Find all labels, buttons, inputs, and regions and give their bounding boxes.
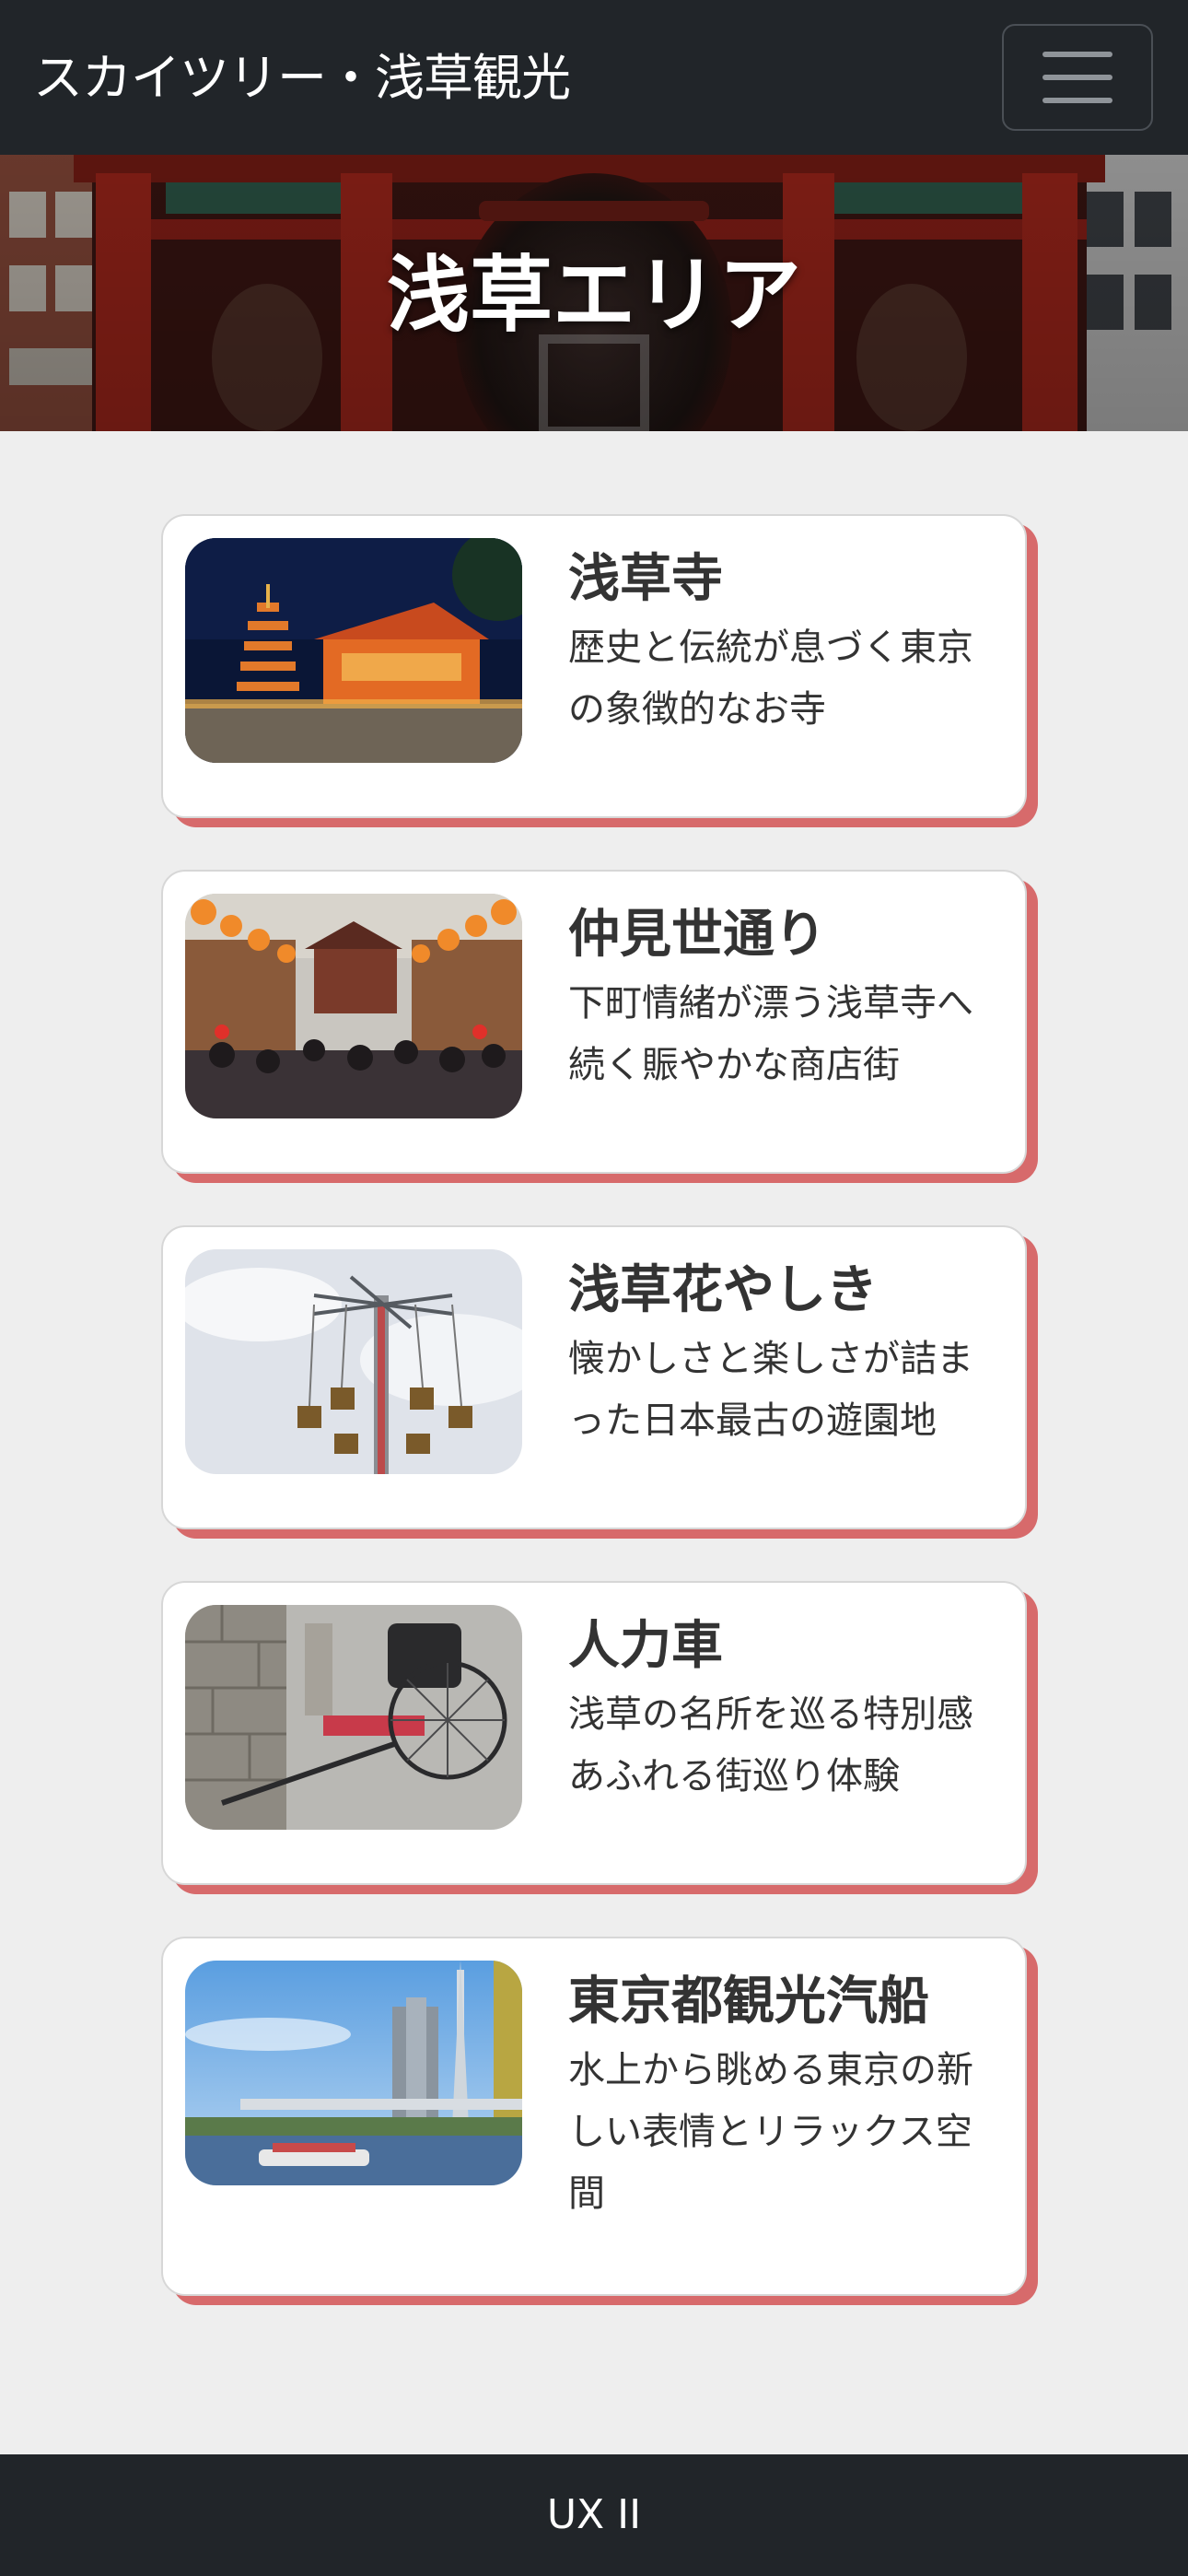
rickshaw-image (185, 1605, 522, 1830)
menu-toggle-button[interactable] (1002, 24, 1153, 131)
card-title: 東京都観光汽船 (568, 1972, 929, 2032)
card-title: 人力車 (568, 1616, 723, 1676)
nakamise-image (185, 894, 522, 1118)
hero-banner: 浅草エリア (0, 155, 1188, 431)
navbar: スカイツリー・浅草観光 (0, 0, 1188, 155)
card-description: 懐かしさと楽しさが詰まった日本最古の遊園地 (568, 1338, 973, 1442)
card-description: 浅草の名所を巡る特別感あふれる街巡り体験 (568, 1693, 973, 1797)
card-description: 水上から眺める東京の新しい表情とリラックス空間 (568, 2049, 973, 2215)
card-nakamise[interactable]: 仲見世通り 下町情緒が漂う浅草寺へ続く賑やかな商店街 (161, 870, 1027, 1174)
card-description: 歴史と伝統が息づく東京の象徴的なお寺 (568, 626, 973, 731)
card-rickshaw[interactable]: 人力車 浅草の名所を巡る特別感あふれる街巡り体験 (161, 1581, 1027, 1885)
card-tokyo-cruise[interactable]: 東京都観光汽船 水上から眺める東京の新しい表情とリラックス空間 (161, 1937, 1027, 2296)
card-hanayashiki[interactable]: 浅草花やしき 懐かしさと楽しさが詰まった日本最古の遊園地 (161, 1225, 1027, 1529)
card-description: 下町情緒が漂う浅草寺へ続く賑やかな商店街 (568, 982, 973, 1086)
hanayashiki-image (185, 1249, 522, 1474)
sensoji-image (185, 538, 522, 763)
card-title: 浅草花やしき (568, 1260, 878, 1320)
card-title: 仲見世通り (568, 905, 826, 965)
navbar-brand[interactable]: スカイツリー・浅草観光 (33, 46, 571, 111)
footer: UX II (0, 2454, 1188, 2576)
hero-title: 浅草エリア (387, 247, 801, 344)
card-sensoji[interactable]: 浅草寺 歴史と伝統が息づく東京の象徴的なお寺 (161, 514, 1027, 818)
footer-text: UX II (546, 2491, 642, 2538)
tokyo-cruise-image (185, 1961, 522, 2185)
hamburger-menu-icon (1042, 52, 1112, 103)
card-title: 浅草寺 (568, 549, 723, 609)
